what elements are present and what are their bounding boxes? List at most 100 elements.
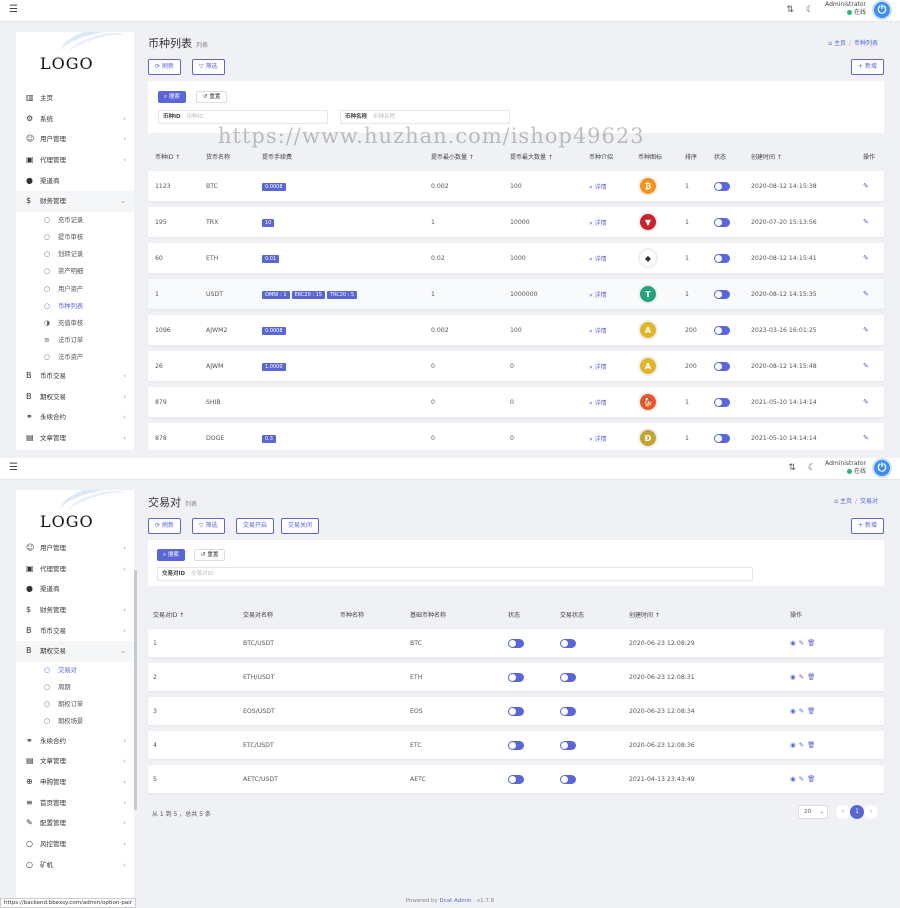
trash-icon[interactable]: 🗑 [807,741,818,749]
sidebar-item[interactable]: ≡ 首页管理 ‹ [16,793,134,814]
detail-link[interactable]: » 详情 [589,182,607,191]
sidebar-item[interactable]: ○ 交易对 [16,662,134,679]
trade-status-toggle[interactable] [560,774,576,784]
sidebar-item[interactable]: ○ 风控管理 ‹ [16,834,134,855]
sidebar-item[interactable]: ○ 资产明细 [16,263,134,280]
sidebar-item[interactable]: ⊕ 申购管理 ‹ [16,772,134,793]
edit-icon[interactable]: ✎ [863,290,869,298]
filter-button[interactable]: ▽ 筛选 [192,518,225,534]
sidebar-item[interactable]: ○ 充币记录 [16,212,134,229]
trade-status-toggle[interactable] [560,672,576,682]
status-toggle[interactable] [714,325,730,335]
sidebar-item[interactable]: ● 渠道商 [16,579,134,600]
sidebar-item[interactable]: ◑ 充值审核 [16,315,134,332]
detail-link[interactable]: » 详情 [589,434,607,443]
avatar[interactable]: ⏻ [872,458,892,478]
reset-button[interactable]: ↺ 重置 [194,549,226,561]
column-header[interactable]: 币种ID ↑ [155,152,180,161]
pair-id-field[interactable]: 交易对ID 交易对ID [157,567,753,581]
sidebar-item[interactable]: ⚭ 永续合约 ‹ [16,731,134,752]
breadcrumb-current[interactable]: 币种列表 [854,40,878,47]
sidebar-item[interactable]: B 币币交易 ‹ [16,621,134,642]
sidebar-item[interactable]: ○ 法币资产 [16,349,134,366]
sidebar-item[interactable]: ▣ 代理管理 ‹ [16,150,134,171]
status-toggle[interactable] [508,740,524,750]
trade-status-toggle[interactable] [560,706,576,716]
enable-trading-button[interactable]: 交易开启 [236,518,275,534]
coin-name-field[interactable]: 币种名称 币种名称 [340,110,510,124]
edit-icon[interactable]: ✎ [863,434,869,442]
status-toggle[interactable] [508,672,524,682]
breadcrumb-current[interactable]: 交易对 [860,498,878,505]
sidebar-item[interactable]: ✎ 配置管理 ‹ [16,813,134,834]
detail-link[interactable]: » 详情 [589,290,607,299]
view-icon[interactable]: ◉ [790,707,799,715]
edit-icon[interactable]: ✎ [799,673,807,681]
status-toggle[interactable] [714,181,730,191]
sidebar-item[interactable]: ○ 矿机 ‹ [16,855,134,876]
footer-link[interactable]: Dcat Admin [440,898,472,904]
view-icon[interactable]: ◉ [790,673,799,681]
trash-icon[interactable]: 🗑 [807,673,818,681]
moon-icon[interactable]: ☾ [806,5,814,15]
status-toggle[interactable] [508,774,524,784]
status-toggle[interactable] [714,361,730,371]
status-toggle[interactable] [714,253,730,263]
sidebar-item[interactable]: ☺ 用户管理 ‹ [16,538,134,559]
edit-icon[interactable]: ✎ [799,741,807,749]
page-1-button[interactable]: 1 [850,805,864,819]
search-button[interactable]: ⌕ 搜索 [157,549,185,561]
sidebar-item[interactable]: ○ 划转记录 [16,246,134,263]
menu-toggle-icon[interactable]: ☰ [9,4,18,15]
add-button[interactable]: + 新增 [851,59,884,75]
trash-icon[interactable]: 🗑 [807,775,818,783]
sidebar-item[interactable]: ○ 期权订单 [16,696,134,713]
detail-link[interactable]: » 详情 [589,398,607,407]
edit-icon[interactable]: ✎ [863,254,869,262]
reset-button[interactable]: ↺ 重置 [196,91,228,103]
column-header[interactable]: 创建时间 ↑ [629,610,660,619]
sidebar-item[interactable]: $ 财务管理 ‹ [16,600,134,621]
avatar[interactable]: ⏻ [872,0,892,20]
sidebar-item[interactable]: $ 财务管理 ⌄ [16,191,134,213]
breadcrumb-home[interactable]: ⌂ 主页 [834,498,852,505]
sidebar-item[interactable]: ○ 期权场景 [16,713,134,730]
edit-icon[interactable]: ✎ [863,218,869,226]
view-icon[interactable]: ◉ [790,639,799,647]
detail-link[interactable]: » 详情 [589,326,607,335]
edit-icon[interactable]: ✎ [799,639,807,647]
sidebar-item[interactable]: ▤ 文章管理 ‹ [16,751,134,772]
user-info[interactable]: Administrator 在线 [825,1,866,17]
status-toggle[interactable] [714,397,730,407]
sidebar-item[interactable]: ○ 币种列表 [16,298,134,315]
column-header[interactable]: 交易对ID ↑ [153,610,184,619]
view-icon[interactable]: ◉ [790,741,799,749]
trade-status-toggle[interactable] [560,638,576,648]
language-icon[interactable]: ⇅ [786,5,794,15]
edit-icon[interactable]: ✎ [799,707,807,715]
sidebar-item[interactable]: ≡ 法币订单 [16,332,134,349]
sidebar-item[interactable]: B 期权交易 ⌄ [16,641,134,663]
detail-link[interactable]: » 详情 [589,218,607,227]
search-button[interactable]: ⌕ 搜索 [158,91,186,103]
coin-id-field[interactable]: 币种ID 币种ID [158,110,328,124]
edit-icon[interactable]: ✎ [863,326,869,334]
add-button[interactable]: + 新增 [851,518,884,534]
detail-link[interactable]: » 详情 [589,254,607,263]
disable-trading-button[interactable]: 交易关闭 [281,518,320,534]
status-toggle[interactable] [714,289,730,299]
edit-icon[interactable]: ✎ [863,182,869,190]
sidebar-item[interactable]: ▤ 文章管理 ‹ [16,428,134,449]
moon-icon[interactable]: ☾ [808,463,816,473]
next-page-button[interactable]: › [864,805,878,819]
edit-icon[interactable]: ✎ [863,362,869,370]
breadcrumb-home[interactable]: ⌂ 主页 [828,40,846,47]
sidebar-item[interactable]: ○ 提币审核 [16,229,134,246]
trash-icon[interactable]: 🗑 [807,639,818,647]
sidebar-item[interactable]: ▣ 代理管理 ‹ [16,559,134,580]
sidebar-item[interactable]: ☺ 用户管理 ‹ [16,129,134,150]
column-header[interactable]: 提币最大数量 ↑ [510,152,553,161]
detail-link[interactable]: » 详情 [589,362,607,371]
trade-status-toggle[interactable] [560,740,576,750]
sidebar-item[interactable]: ⚭ 永续合约 ‹ [16,407,134,428]
